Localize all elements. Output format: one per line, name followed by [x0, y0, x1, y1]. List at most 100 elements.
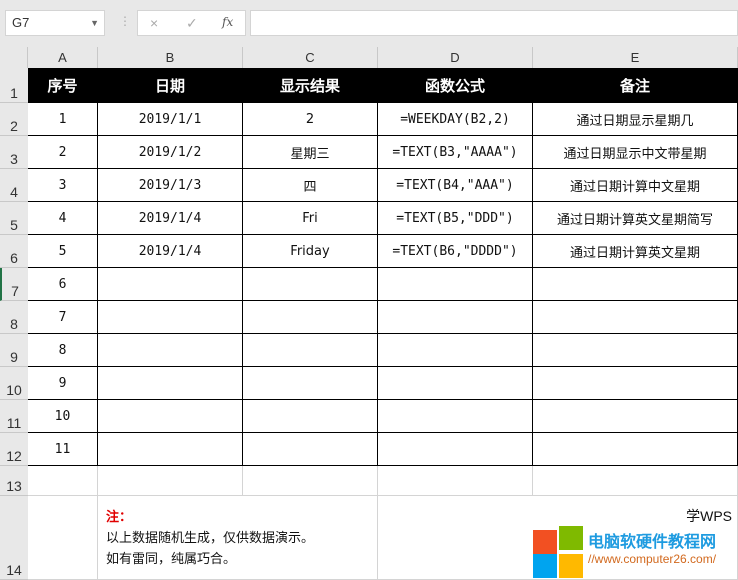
table-cell[interactable]: 2019/1/2	[98, 136, 243, 169]
table-cell[interactable]: 星期三	[243, 136, 378, 169]
chevron-down-icon[interactable]: ▼	[90, 11, 99, 35]
header-cell[interactable]: 显示结果	[243, 68, 378, 103]
table-cell[interactable]: Friday	[243, 235, 378, 268]
row-header-8[interactable]: 8	[0, 301, 28, 334]
table-cell[interactable]	[243, 334, 378, 367]
column-header-E[interactable]: E	[533, 47, 738, 68]
row-header-11[interactable]: 11	[0, 400, 28, 433]
table-cell[interactable]: 11	[28, 433, 98, 466]
row-header-5[interactable]: 5	[0, 202, 28, 235]
cancel-icon[interactable]: ×	[150, 15, 158, 31]
row-header-13[interactable]: 13	[0, 466, 28, 496]
table-cell[interactable]	[378, 400, 533, 433]
column-header-A[interactable]: A	[28, 47, 98, 68]
fx-icon[interactable]: fx	[222, 15, 233, 29]
table-cell[interactable]: 1	[28, 103, 98, 136]
empty-cell[interactable]	[378, 466, 533, 496]
header-cell[interactable]: 序号	[28, 68, 98, 103]
table-cell[interactable]: =WEEKDAY(B2,2)	[378, 103, 533, 136]
table-cell[interactable]: 2019/1/1	[98, 103, 243, 136]
empty-cell[interactable]	[243, 466, 378, 496]
table-cell[interactable]	[378, 367, 533, 400]
formula-buttons: × ✓ fx	[137, 10, 246, 36]
select-all-corner[interactable]	[0, 47, 28, 68]
table-cell[interactable]	[243, 268, 378, 301]
table-cell[interactable]	[98, 301, 243, 334]
row-header-10[interactable]: 10	[0, 367, 28, 400]
brand-text: 学WPS	[686, 508, 732, 524]
column-header-C[interactable]: C	[243, 47, 378, 68]
table-cell[interactable]	[243, 301, 378, 334]
name-box[interactable]: G7 ▼	[5, 10, 105, 36]
table-cell[interactable]	[533, 400, 738, 433]
row-header-1[interactable]: 1	[0, 68, 28, 103]
table-cell[interactable]	[533, 367, 738, 400]
table-cell[interactable]: 通过日期计算英文星期简写	[533, 202, 738, 235]
table-cell[interactable]: 9	[28, 367, 98, 400]
separator-icon: ⋮	[119, 14, 131, 28]
table-cell[interactable]: 5	[28, 235, 98, 268]
row-header-3[interactable]: 3	[0, 136, 28, 169]
column-header-B[interactable]: B	[98, 47, 243, 68]
table-cell[interactable]: 8	[28, 334, 98, 367]
table-cell[interactable]: 四	[243, 169, 378, 202]
table-cell[interactable]: 6	[28, 268, 98, 301]
table-cell[interactable]	[378, 433, 533, 466]
table-cell[interactable]	[533, 334, 738, 367]
table-cell[interactable]	[378, 301, 533, 334]
table-cell[interactable]	[243, 367, 378, 400]
note-title: 注：	[106, 509, 133, 524]
table-cell[interactable]	[378, 268, 533, 301]
row-header-4[interactable]: 4	[0, 169, 28, 202]
table-cell[interactable]: =TEXT(B3,"AAAA")	[378, 136, 533, 169]
windows-logo-watermark	[533, 526, 585, 578]
table-cell[interactable]	[98, 367, 243, 400]
table-cell[interactable]: 10	[28, 400, 98, 433]
table-cell[interactable]	[98, 433, 243, 466]
table-cell[interactable]: 通过日期计算英文星期	[533, 235, 738, 268]
row-header-7[interactable]: 7	[0, 268, 28, 301]
table-cell[interactable]	[378, 334, 533, 367]
header-cell[interactable]: 函数公式	[378, 68, 533, 103]
table-cell[interactable]: 2	[243, 103, 378, 136]
table-cell[interactable]: 通过日期显示星期几	[533, 103, 738, 136]
table-cell[interactable]: 通过日期显示中文带星期	[533, 136, 738, 169]
table-cell[interactable]	[533, 301, 738, 334]
empty-cell[interactable]	[533, 466, 738, 496]
table-cell[interactable]: =TEXT(B6,"DDDD")	[378, 235, 533, 268]
column-header-D[interactable]: D	[378, 47, 533, 68]
row-header-14[interactable]: 14	[0, 496, 28, 580]
empty-cell[interactable]	[98, 466, 243, 496]
table-cell[interactable]	[243, 400, 378, 433]
table-cell[interactable]: 4	[28, 202, 98, 235]
formula-input[interactable]	[250, 10, 738, 36]
note-line: 以上数据随机生成，仅供数据演示。	[106, 530, 315, 545]
table-cell[interactable]: 2019/1/3	[98, 169, 243, 202]
header-cell[interactable]: 日期	[98, 68, 243, 103]
confirm-icon[interactable]: ✓	[186, 15, 198, 32]
row-header-9[interactable]: 9	[0, 334, 28, 367]
table-cell[interactable]	[243, 433, 378, 466]
table-cell[interactable]: Fri	[243, 202, 378, 235]
table-cell[interactable]	[533, 268, 738, 301]
header-cell[interactable]: 备注	[533, 68, 738, 103]
table-cell[interactable]: =TEXT(B5,"DDD")	[378, 202, 533, 235]
row-header-12[interactable]: 12	[0, 433, 28, 466]
table-cell[interactable]: 2	[28, 136, 98, 169]
table-cell[interactable]	[98, 268, 243, 301]
note-line: 如有雷同，纯属巧合。	[106, 551, 237, 566]
row-header-6[interactable]: 6	[0, 235, 28, 268]
table-cell[interactable]	[533, 433, 738, 466]
table-cell[interactable]: 3	[28, 169, 98, 202]
row-header-2[interactable]: 2	[0, 103, 28, 136]
table-cell[interactable]	[98, 334, 243, 367]
table-cell[interactable]: =TEXT(B4,"AAA")	[378, 169, 533, 202]
empty-cell[interactable]	[28, 466, 98, 496]
name-box-value: G7	[12, 15, 30, 30]
table-cell[interactable]	[98, 400, 243, 433]
table-cell[interactable]: 2019/1/4	[98, 235, 243, 268]
table-cell[interactable]: 通过日期计算中文星期	[533, 169, 738, 202]
merged-cell[interactable]	[28, 496, 98, 580]
table-cell[interactable]: 2019/1/4	[98, 202, 243, 235]
table-cell[interactable]: 7	[28, 301, 98, 334]
